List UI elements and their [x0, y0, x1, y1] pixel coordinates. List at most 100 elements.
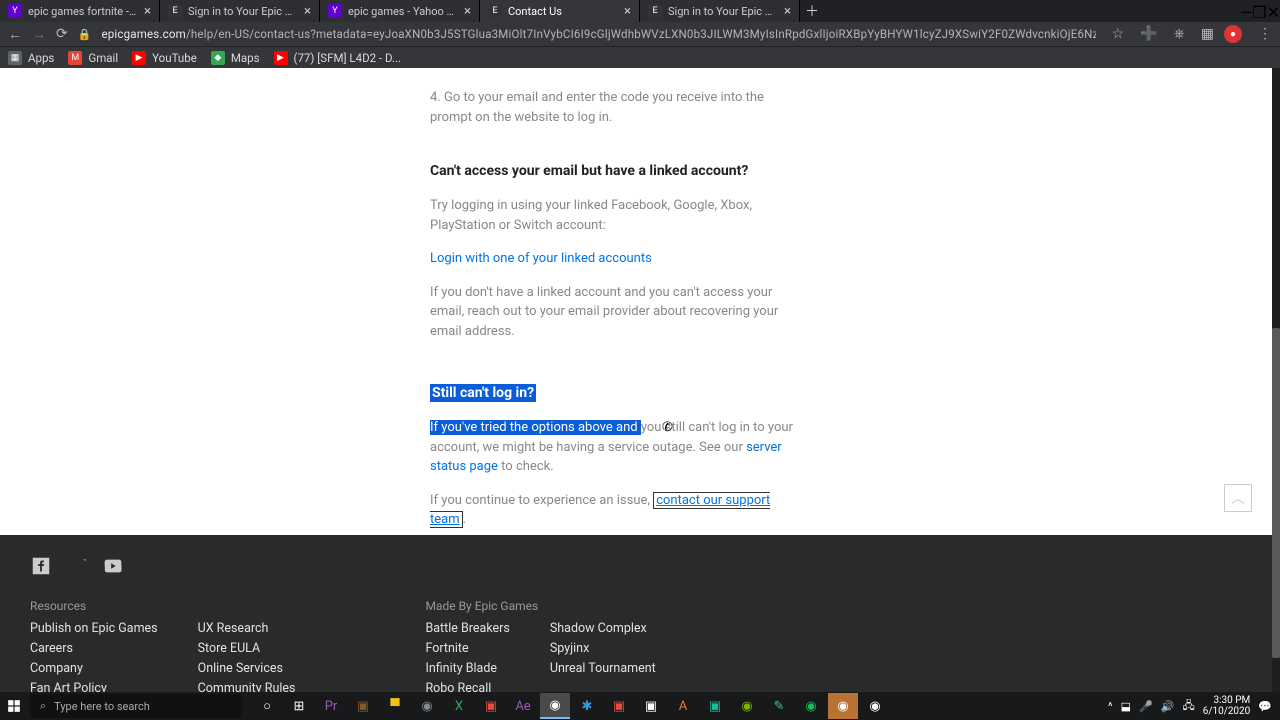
apps-icon: ▦: [8, 51, 22, 65]
footer-link[interactable]: Spyjinx: [550, 641, 656, 656]
footer-link[interactable]: Company: [30, 661, 158, 676]
tray-mic-icon[interactable]: 🎤: [1139, 700, 1153, 713]
footer-link[interactable]: Fan Art Policy: [30, 681, 158, 692]
taskbar-app[interactable]: ▣: [700, 693, 730, 719]
yahoo-favicon-icon: Y: [8, 4, 22, 18]
nav-reload-icon[interactable]: ⟳: [56, 26, 68, 42]
facebook-icon[interactable]: [30, 555, 52, 577]
tab-title: Sign in to Your Epic Games Acc: [188, 5, 298, 18]
menu-icon[interactable]: ⋮: [1258, 26, 1272, 42]
footer-link[interactable]: Fortnite: [425, 641, 509, 656]
maps-icon: ◆: [211, 51, 225, 65]
new-tab-button[interactable]: ＋: [800, 0, 824, 22]
bookmarks-bar: ▦Apps MGmail ▶YouTube ◆Maps ▶(77) [SFM] …: [0, 46, 1280, 68]
bookmark-video[interactable]: ▶(77) [SFM] L4D2 - D...: [274, 51, 402, 65]
taskbar-steam[interactable]: ◉: [828, 693, 858, 719]
taskbar-app[interactable]: ▣: [604, 693, 634, 719]
lock-icon: 🔒: [78, 28, 92, 41]
taskbar-app[interactable]: Pr: [316, 693, 346, 719]
footer-link[interactable]: UX Research: [198, 621, 296, 636]
taskbar-app[interactable]: ▀: [380, 693, 410, 719]
taskbar-app[interactable]: ▣: [636, 693, 666, 719]
bookmark-gmail[interactable]: MGmail: [68, 51, 118, 65]
taskbar-search[interactable]: ⌕Type here to search: [30, 694, 242, 718]
tray-volume-icon[interactable]: 🔊: [1161, 700, 1175, 713]
footer-link[interactable]: Careers: [30, 641, 158, 656]
footer-link[interactable]: Store EULA: [198, 641, 296, 656]
footer-link[interactable]: Publish on Epic Games: [30, 621, 158, 636]
nav-forward-icon[interactable]: →: [32, 26, 46, 43]
taskbar-app[interactable]: ✎: [764, 693, 794, 719]
taskbar-clock[interactable]: 3:30 PM6/10/2020: [1203, 695, 1251, 717]
extension-icon[interactable]: ➕: [1140, 26, 1157, 42]
footer-link[interactable]: Shadow Complex: [550, 621, 656, 636]
taskbar: ⌕Type here to search ○ ⊞ Pr ▣ ▀ ◉ X ▣ Ae…: [0, 692, 1280, 720]
browser-tab-active[interactable]: EContact Us×: [480, 0, 640, 22]
browser-tab[interactable]: Yepic games - Yahoo Search Resu ×: [320, 0, 480, 22]
url-input[interactable]: epicgames.com/help/en-US/contact-us?meta…: [101, 27, 1095, 41]
footer-link[interactable]: Battle Breakers: [425, 621, 509, 636]
tab-strip: Yepic games fortnite - Yahoo Sea× ESign …: [0, 0, 1280, 22]
taskbar-app[interactable]: ◉: [796, 693, 826, 719]
tab-title: epic games fortnite - Yahoo Sea: [28, 5, 138, 18]
youtube-icon[interactable]: [102, 555, 124, 577]
start-button[interactable]: [0, 692, 28, 720]
browser-tab[interactable]: ESign in to Your Epic Games Acc×: [640, 0, 800, 22]
browser-tab[interactable]: ESign in to Your Epic Games Acc×: [160, 0, 320, 22]
search-placeholder: Type here to search: [54, 700, 150, 713]
taskbar-app[interactable]: Ae: [508, 693, 538, 719]
tray-icon[interactable]: ⬓: [1121, 700, 1131, 713]
tray-network-icon[interactable]: 🖧: [1182, 697, 1194, 716]
link-linked-accounts[interactable]: Login with one of your linked accounts: [430, 251, 652, 266]
page-footer: Resources Publish on Epic Games Careers …: [0, 535, 1272, 692]
taskbar-app[interactable]: ✱: [572, 693, 602, 719]
tray-up-icon[interactable]: ^: [1108, 700, 1113, 713]
browser-tab[interactable]: Yepic games fortnite - Yahoo Sea ×: [0, 0, 160, 22]
nav-back-icon[interactable]: ←: [8, 26, 22, 43]
footer-link[interactable]: Unreal Tournament: [550, 661, 656, 676]
gmail-icon: M: [68, 51, 82, 65]
footer-link[interactable]: Community Rules: [198, 681, 296, 692]
tab-title: Sign in to Your Epic Games Acc: [668, 5, 778, 18]
bookmark-maps[interactable]: ◆Maps: [211, 51, 260, 65]
paragraph: If you continue to experience an issue, …: [430, 491, 800, 530]
taskbar-app[interactable]: ◉: [412, 693, 442, 719]
taskbar-app[interactable]: A: [668, 693, 698, 719]
heading-linked-account: Can't access your email but have a linke…: [430, 161, 800, 182]
footer-link[interactable]: Robo Recall: [425, 681, 509, 692]
scrollbar[interactable]: [1272, 68, 1280, 692]
scrollbar-thumb[interactable]: [1272, 328, 1280, 658]
bookmark-youtube[interactable]: ▶YouTube: [132, 51, 197, 65]
taskbar-app[interactable]: ▣: [476, 693, 506, 719]
close-icon[interactable]: ×: [464, 4, 471, 19]
close-icon[interactable]: ×: [624, 4, 631, 19]
paragraph: Try logging in using your linked Faceboo…: [430, 196, 800, 235]
close-icon[interactable]: ×: [784, 4, 791, 19]
paragraph: If you don't have a linked account and y…: [430, 283, 800, 342]
taskbar-app[interactable]: ▣: [348, 693, 378, 719]
scroll-to-top-button[interactable]: ︿: [1224, 484, 1252, 512]
avatar[interactable]: ●: [1224, 25, 1242, 43]
footer-link[interactable]: Online Services: [198, 661, 296, 676]
footer-link[interactable]: Infinity Blade: [425, 661, 509, 676]
taskbar-taskview[interactable]: ⊞: [284, 693, 314, 719]
help-step: 4. Go to your email and enter the code y…: [430, 88, 800, 127]
taskbar-cortana[interactable]: ○: [252, 693, 282, 719]
window-close-button[interactable]: ✕: [1267, 3, 1280, 22]
window-maximize-button[interactable]: ❐: [1252, 3, 1266, 22]
taskbar-chrome[interactable]: ◉: [540, 693, 570, 719]
tray-notifications-icon[interactable]: 💬: [1258, 700, 1272, 713]
star-icon[interactable]: ☆: [1112, 26, 1125, 42]
tab-title: epic games - Yahoo Search Resu: [348, 5, 458, 18]
yahoo-favicon-icon: Y: [328, 4, 342, 18]
cast-icon[interactable]: ⎈: [1174, 26, 1185, 42]
window-minimize-button[interactable]: —: [1240, 3, 1253, 22]
extension-icon[interactable]: ▦: [1201, 26, 1214, 42]
taskbar-app[interactable]: ◉: [732, 693, 762, 719]
twitter-icon[interactable]: [66, 555, 88, 577]
taskbar-app[interactable]: ◉: [860, 693, 890, 719]
close-icon[interactable]: ×: [304, 4, 311, 19]
bookmark-apps[interactable]: ▦Apps: [8, 51, 54, 65]
close-icon[interactable]: ×: [144, 4, 151, 19]
taskbar-app[interactable]: X: [444, 693, 474, 719]
